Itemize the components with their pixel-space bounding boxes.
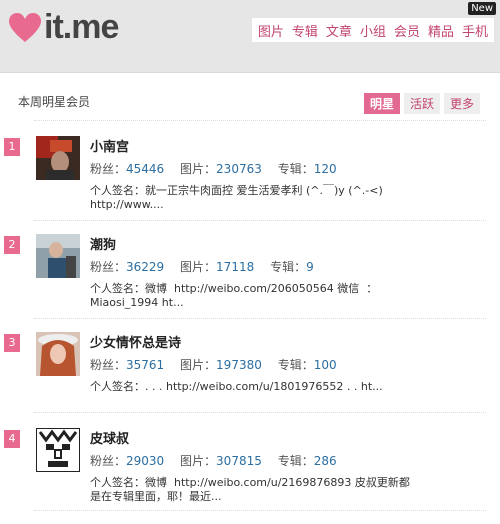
member-signature: 个人签名：微博 http://weibo.com/206050564 微信 ： … [90, 282, 420, 310]
albums-label: 专辑： [277, 454, 314, 468]
albums-count[interactable]: 100 [314, 358, 337, 372]
fans-count[interactable]: 35761 [126, 358, 164, 372]
images-count[interactable]: 307815 [216, 454, 262, 468]
divider [34, 220, 486, 222]
member-signature: 个人签名：微博 http://weibo.com/u/2169876893 皮叔… [90, 476, 420, 504]
divider [34, 120, 486, 122]
images-label: 图片： [180, 162, 217, 176]
nav-members[interactable]: 会员 [394, 21, 420, 40]
nav-articles[interactable]: 文章 [326, 21, 352, 40]
tab-stars[interactable]: 明星 [363, 93, 400, 114]
member-item: 2 潮狗 粉丝：36229 图片：17118 专辑：9 个人签名：微博 http… [0, 234, 500, 330]
member-stats: 粉丝：36229 图片：17118 专辑：9 [90, 258, 326, 275]
albums-count[interactable]: 9 [306, 260, 314, 274]
section-title: 本周明星会员 [18, 95, 91, 109]
images-count[interactable]: 17118 [216, 260, 254, 274]
member-stats: 粉丝：45446 图片：230763 专辑：120 [90, 160, 349, 177]
rank-badge: 2 [4, 236, 20, 254]
signature-label: 个人签名： [90, 380, 145, 393]
logo-text: it.me [44, 8, 119, 46]
fans-count[interactable]: 45446 [126, 162, 164, 176]
divider [34, 412, 486, 414]
tab-more[interactable]: 更多 [443, 93, 480, 114]
nav-featured[interactable]: 精品 [428, 21, 454, 40]
images-label: 图片： [180, 260, 217, 274]
member-name[interactable]: 皮球叔 [90, 428, 129, 447]
signature-label: 个人签名： [90, 282, 145, 295]
albums-label: 专辑： [270, 260, 307, 274]
fans-label: 粉丝： [90, 358, 127, 372]
divider [34, 510, 486, 512]
member-item: 1 小南宫 粉丝：45446 图片：230763 专辑：120 个人签名：就一正… [0, 136, 500, 232]
images-label: 图片： [180, 454, 217, 468]
nav-albums[interactable]: 专辑 [292, 21, 318, 40]
nav-mobile[interactable]: 手机 [462, 21, 488, 40]
new-badge: New [468, 2, 496, 15]
rank-badge: 1 [4, 138, 20, 156]
signature-label: 个人签名： [90, 476, 145, 489]
section-tabs: 明星 活跃 更多 [360, 93, 480, 114]
section-header: 本周明星会员 明星 活跃 更多 [0, 73, 500, 121]
tab-active[interactable]: 活跃 [403, 93, 440, 114]
images-label: 图片： [180, 358, 217, 372]
heart-logo-icon [9, 12, 41, 42]
fans-label: 粉丝： [90, 454, 127, 468]
member-name[interactable]: 小南宫 [90, 136, 129, 155]
signature-label: 个人签名： [90, 184, 145, 197]
signature-text: . . . http://weibo.com/u/1801976552 . . … [145, 380, 383, 393]
albums-label: 专辑： [277, 162, 314, 176]
member-name[interactable]: 潮狗 [90, 234, 116, 253]
albums-count[interactable]: 286 [314, 454, 337, 468]
albums-label: 专辑： [277, 358, 314, 372]
avatar[interactable] [36, 428, 80, 472]
avatar[interactable] [36, 332, 80, 376]
avatar[interactable] [36, 234, 80, 278]
member-signature: 个人签名：. . . http://weibo.com/u/1801976552… [90, 380, 420, 394]
images-count[interactable]: 197380 [216, 358, 262, 372]
divider [34, 318, 486, 320]
member-signature: 个人签名：就一正宗牛肉面控 爱生活爱孝利 (^.￣)y (^.-<) http:… [90, 184, 420, 212]
main-nav: 图片 专辑 文章 小组 会员 精品 手机 [251, 18, 494, 42]
fans-label: 粉丝： [90, 162, 127, 176]
nav-images[interactable]: 图片 [258, 21, 284, 40]
member-stats: 粉丝：35761 图片：197380 专辑：100 [90, 356, 349, 373]
member-stats: 粉丝：29030 图片：307815 专辑：286 [90, 452, 349, 469]
fans-label: 粉丝： [90, 260, 127, 274]
albums-count[interactable]: 120 [314, 162, 337, 176]
avatar[interactable] [36, 136, 80, 180]
site-logo[interactable]: it.me [8, 8, 119, 47]
fans-count[interactable]: 29030 [126, 454, 164, 468]
rank-badge: 4 [4, 430, 20, 448]
member-name[interactable]: 少女情怀总是诗 [90, 332, 181, 351]
top-bar: it.me 图片 专辑 文章 小组 会员 精品 手机 New [0, 0, 500, 73]
fans-count[interactable]: 36229 [126, 260, 164, 274]
images-count[interactable]: 230763 [216, 162, 262, 176]
rank-badge: 3 [4, 334, 20, 352]
nav-groups[interactable]: 小组 [360, 21, 386, 40]
